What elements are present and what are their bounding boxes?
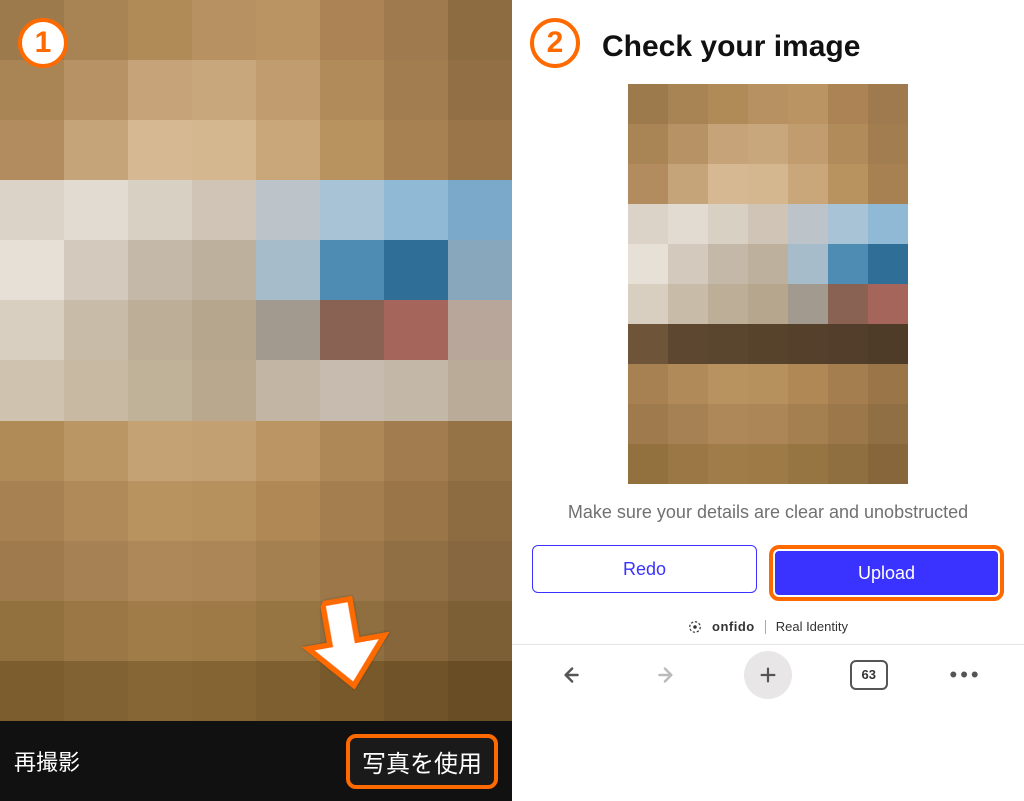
new-tab-button[interactable] [744,651,792,699]
redo-label: Redo [623,559,666,580]
plus-icon [757,664,779,686]
camera-confirm-pane: 1 再撮影 写真を使用 [0,0,512,801]
menu-button[interactable]: ••• [946,655,986,695]
use-photo-label: 写真を使用 [362,751,482,778]
blurred-document-preview [0,0,512,721]
upload-button[interactable]: Upload [775,551,998,595]
arrow-left-icon [557,662,583,688]
uploaded-image-preview [628,84,908,484]
nav-back-button[interactable] [550,655,590,695]
camera-toolbar: 再撮影 写真を使用 [0,721,512,801]
step-number: 2 [547,26,564,60]
nav-forward-button[interactable] [647,655,687,695]
blurred-document-thumb [628,84,908,484]
instructions-text: Make sure your details are clear and uno… [512,500,1024,545]
tabs-button[interactable]: 63 [849,655,889,695]
step-badge-2: 2 [530,18,580,68]
tab-count: 63 [850,660,888,690]
photo-preview [0,0,512,721]
brand-divider [765,620,766,634]
more-icon: ••• [950,662,982,688]
arrow-right-icon [654,662,680,688]
brand-tagline: Real Identity [776,619,848,634]
upload-button-highlight: Upload [769,545,1004,601]
onfido-footer: onfido Real Identity [512,615,1024,644]
brand-name: onfido [712,619,755,634]
step-badge-1: 1 [18,18,68,68]
retake-label: 再撮影 [14,750,80,775]
onfido-logo-icon [688,620,702,634]
page-title: Check your image [512,0,1024,74]
browser-toolbar: 63 ••• [512,644,1024,704]
step-number: 1 [35,26,52,60]
check-image-pane: 2 Check your image Make sure your detail… [512,0,1024,801]
action-button-row: Redo Upload [512,545,1024,615]
use-photo-button[interactable]: 写真を使用 [346,734,498,789]
upload-label: Upload [858,563,915,583]
retake-button[interactable]: 再撮影 [14,745,80,777]
redo-button[interactable]: Redo [532,545,757,593]
